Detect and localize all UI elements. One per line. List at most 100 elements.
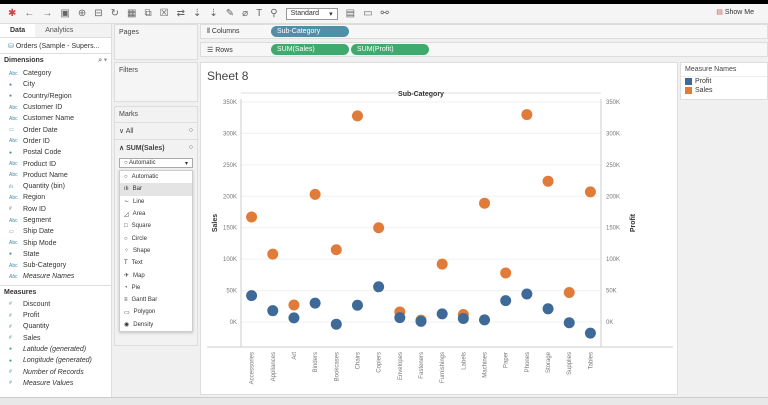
share-icon[interactable]: ⚯ [381,8,389,19]
mark-option-gantt-bar[interactable]: ≡ Gantt Bar [120,294,192,306]
columns-shelf[interactable]: ⫴ Columns Sub-Category [200,24,768,39]
pill-sum-profit[interactable]: SUM(Profit) [351,44,429,55]
swap-icon[interactable]: ⇄ [177,8,185,19]
mark-option-area[interactable]: ◿ Area [120,208,192,220]
point-profit-envelopes[interactable] [394,312,406,324]
point-profit-art[interactable] [288,312,300,324]
fit-dropdown[interactable]: Standard ▾ [285,7,338,20]
field-city[interactable]: ● City [0,79,111,90]
show-cards-icon[interactable]: ▤ [346,8,355,19]
back-icon[interactable]: ← [24,8,34,19]
legend-item-profit[interactable]: Profit [681,77,767,86]
mark-option-map[interactable]: ✈ Map [120,269,192,281]
field-ship-date[interactable]: ▭ Ship Date [0,226,111,237]
mark-option-pie[interactable]: ◔ Pie [120,282,192,294]
pause-updates-icon[interactable]: ⊟ [94,8,102,19]
field-longitude-generated-[interactable]: ● Longitude (generated) [0,355,111,366]
point-sales-paper[interactable] [500,267,512,279]
marks-all[interactable]: ∨ All ○ [115,123,197,140]
point-profit-machines[interactable] [479,314,491,326]
point-sales-tables[interactable] [584,186,596,198]
point-profit-bookcases[interactable] [330,318,342,330]
point-profit-binders[interactable] [309,297,321,309]
point-profit-copiers[interactable] [373,281,385,293]
field-customer-name[interactable]: Abc Customer Name [0,113,111,124]
marks-sum-sales[interactable]: ∧ SUM(Sales) ○ [115,140,197,156]
pages-shelf[interactable]: Pages [114,24,198,60]
mark-option-circle[interactable]: ○ Circle [120,232,192,244]
field-sales[interactable]: # Sales [0,333,111,344]
mark-option-polygon[interactable]: ▭ Polygon [120,306,192,318]
point-profit-phones[interactable] [521,288,533,300]
mark-option-bar[interactable]: ılı Bar [120,183,192,196]
datasource[interactable]: ⛁ Orders (Sample - Supers... [0,38,111,54]
point-sales-supplies[interactable] [563,286,575,298]
tab-analytics[interactable]: Analytics [35,24,111,37]
clear-sheet-icon[interactable]: ☒ [160,8,169,19]
point-sales-storage[interactable] [542,175,554,187]
field-row-id[interactable]: # Row ID [0,204,111,215]
point-profit-furnishings[interactable] [436,308,448,320]
field-discount[interactable]: # Discount [0,299,111,310]
field-latitude-generated-[interactable]: ● Latitude (generated) [0,344,111,355]
pill-sum-sales[interactable]: SUM(Sales) [271,44,349,55]
legend-item-sales[interactable]: Sales [681,86,767,95]
field-product-name[interactable]: Abc Product Name [0,170,111,181]
point-sales-binders[interactable] [309,188,321,200]
forward-icon[interactable]: → [42,8,52,19]
save-icon[interactable]: ▣ [60,8,69,19]
mark-option-automatic[interactable]: ○ Automatic [120,171,192,183]
rows-shelf[interactable]: ☰ Rows SUM(Sales) SUM(Profit) [200,42,768,57]
field-order-date[interactable]: ▭ Order Date [0,124,111,135]
field-order-id[interactable]: Abc Order ID [0,136,111,147]
point-profit-paper[interactable] [500,295,512,307]
pin-icon[interactable]: ⚲ [270,8,277,19]
field-quantity[interactable]: # Quantity [0,321,111,332]
refresh-icon[interactable]: ↻ [111,8,119,19]
field-sub-category[interactable]: Abc Sub-Category [0,260,111,271]
highlight-icon[interactable]: ✎ [226,8,234,19]
field-category[interactable]: Abc Category [0,68,111,79]
presentation-icon[interactable]: ▭ [363,8,372,19]
mark-option-text[interactable]: T Text [120,257,192,269]
show-me-button[interactable]: ▤ Show Me [716,8,754,16]
duplicate-icon[interactable]: ⧉ [144,8,151,19]
field-postal-code[interactable]: ● Postal Code [0,147,111,158]
point-profit-supplies[interactable] [563,317,575,329]
point-profit-storage[interactable] [542,303,554,315]
tab-data[interactable]: Data [0,24,36,37]
sort-desc-icon[interactable]: ⇣ [209,8,217,19]
point-profit-appliances[interactable] [267,305,279,317]
field-state[interactable]: ● State [0,249,111,260]
field-ship-mode[interactable]: Abc Ship Mode [0,237,111,248]
point-profit-labels[interactable] [457,313,469,325]
point-sales-machines[interactable] [479,197,491,209]
point-sales-bookcases[interactable] [330,244,342,256]
point-sales-copiers[interactable] [373,222,385,234]
labels-icon[interactable]: T [256,8,262,19]
point-sales-accessories[interactable] [246,211,258,223]
point-sales-art[interactable] [288,299,300,311]
sheet-tabs-bar[interactable] [0,397,768,405]
field-country-region[interactable]: ● Country/Region [0,91,111,102]
field-measure-names[interactable]: Abc Measure Names [0,271,111,282]
new-datasource-icon[interactable]: ⊕ [78,8,86,19]
point-sales-chairs[interactable] [351,110,363,122]
group-icon[interactable]: ⌀ [242,8,248,19]
field-quantity-bin-[interactable]: ılı Quantity (bin) [0,181,111,192]
sort-asc-icon[interactable]: ⇣ [193,8,201,19]
field-number-of-records[interactable]: # Number of Records [0,366,111,377]
filters-shelf[interactable]: Filters [114,62,198,102]
search-icon[interactable]: ⌕ ▾ [98,57,107,65]
point-sales-appliances[interactable] [267,248,279,260]
field-product-id[interactable]: Abc Product ID [0,158,111,169]
field-region[interactable]: Abc Region [0,192,111,203]
point-sales-phones[interactable] [521,109,533,121]
field-profit[interactable]: # Profit [0,310,111,321]
mark-option-line[interactable]: ∼ Line [120,196,192,208]
point-profit-tables[interactable] [584,327,596,339]
new-worksheet-icon[interactable]: ▦ [127,8,136,19]
pill-sub-category[interactable]: Sub-Category [271,26,349,37]
point-profit-chairs[interactable] [351,299,363,311]
field-customer-id[interactable]: Abc Customer ID [0,102,111,113]
